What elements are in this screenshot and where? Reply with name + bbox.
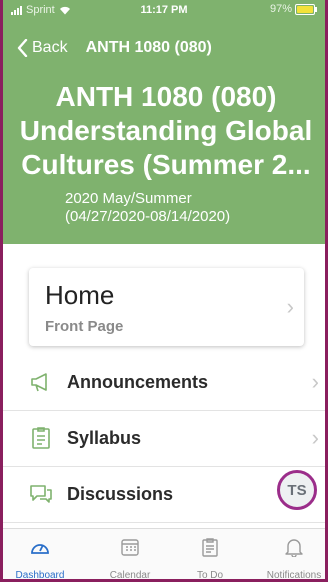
tab-label: Calendar: [109, 570, 151, 581]
term-name: 2020 May/Summer: [65, 190, 192, 207]
home-subtitle: Front Page: [45, 318, 124, 335]
back-label: Back: [32, 39, 68, 56]
battery-icon: [295, 3, 317, 15]
tab-notifications[interactable]: Notifications: [257, 529, 325, 581]
menu-item-label: Discussions: [67, 484, 174, 504]
course-title-line-3: Cultures (Summer 2...: [21, 149, 311, 180]
app-screen: Sprint 11:17 PM 97% Back ANTH 1080 (080)…: [0, 0, 328, 582]
status-bar: Sprint 11:17 PM 97%: [3, 0, 325, 20]
back-button[interactable]: Back: [17, 39, 68, 57]
battery-percent: 97%: [269, 3, 292, 15]
avatar[interactable]: TS: [277, 470, 317, 510]
bell-icon: [285, 539, 303, 557]
tab-dashboard[interactable]: Dashboard: [3, 529, 77, 579]
discussions-icon: [30, 485, 52, 503]
megaphone-icon: [31, 373, 47, 392]
course-term: 2020 May/Summer (04/27/2020-08/14/2020): [65, 190, 315, 226]
calendar-icon: [121, 539, 139, 556]
tab-bar: Dashboard Calendar To Do Notifications: [3, 528, 325, 581]
todo-icon: [202, 538, 218, 557]
tab-calendar[interactable]: Calendar: [93, 529, 167, 579]
battery-fill: [297, 5, 313, 13]
tab-label: Notifications: [266, 570, 322, 581]
tab-label: To Do: [196, 570, 224, 581]
course-menu-list: Announcements › Syllabus › Discussions: [3, 355, 325, 523]
chevron-right-icon: ›: [311, 369, 319, 394]
course-title-line-2: Understanding Global: [19, 115, 313, 146]
course-header: Sprint 11:17 PM 97% Back ANTH 1080 (080)…: [3, 0, 325, 244]
term-dates: (04/27/2020-08/14/2020): [65, 208, 231, 225]
course-title: ANTH 1080 (080) Understanding Global Cul…: [13, 80, 319, 182]
tab-todo[interactable]: To Do: [173, 529, 247, 579]
nav-bar: Back ANTH 1080 (080): [17, 36, 311, 60]
status-right: 97%: [269, 3, 317, 15]
menu-item-label: Syllabus: [67, 428, 142, 448]
nav-title: ANTH 1080 (080): [85, 39, 212, 56]
menu-item-syllabus[interactable]: Syllabus ›: [3, 411, 325, 467]
course-title-line-1: ANTH 1080 (080): [55, 81, 277, 112]
syllabus-icon: [32, 427, 50, 449]
menu-item-label: Announcements: [67, 372, 209, 392]
home-card[interactable]: Home Front Page ›: [29, 268, 304, 346]
chevron-right-icon: ›: [286, 294, 294, 319]
chevron-left-icon: [17, 39, 28, 57]
home-title: Home: [45, 280, 115, 310]
tab-label: Dashboard: [15, 570, 65, 581]
chevron-right-icon: ›: [311, 425, 319, 450]
dashboard-icon: [31, 544, 49, 554]
menu-item-announcements[interactable]: Announcements ›: [3, 355, 325, 411]
